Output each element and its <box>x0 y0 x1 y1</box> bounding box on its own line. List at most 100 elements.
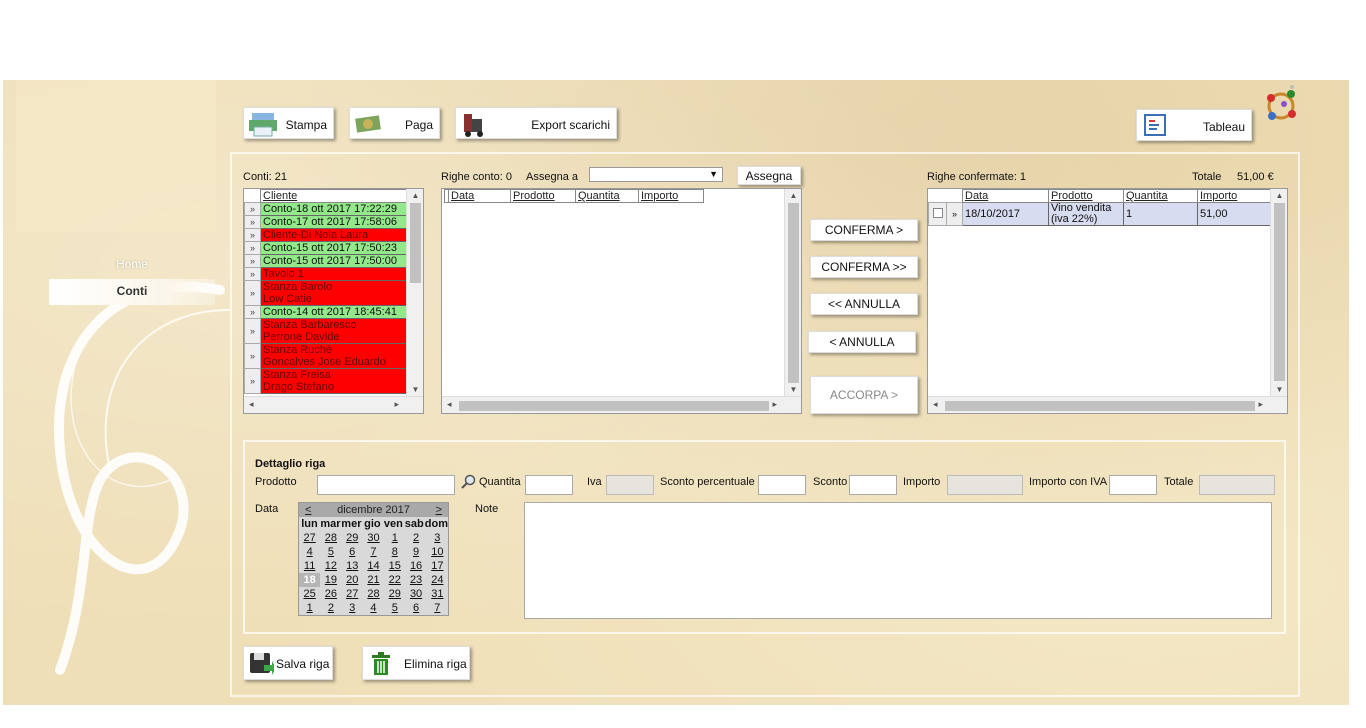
calendar-prev-button[interactable]: < <box>305 503 311 517</box>
totale-input[interactable] <box>1199 475 1275 495</box>
network-logo-icon[interactable] <box>1262 84 1300 128</box>
tableau-button[interactable]: Tableau <box>1136 109 1252 141</box>
nav-conti[interactable]: Conti <box>49 279 215 305</box>
conti-hscroll[interactable]: ◂ ▸ <box>244 396 423 413</box>
conto-cliente-cell[interactable]: Tavolo 1 <box>260 267 408 281</box>
scroll-right-icon[interactable]: ▸ <box>394 399 399 410</box>
righe-conto-list[interactable]: Data Prodotto Quantita Importo ▲ ▼ ◂ ▸ <box>441 188 802 414</box>
row-checkbox-cell[interactable] <box>928 202 947 226</box>
row-arrow-icon[interactable]: » <box>244 267 261 281</box>
scroll-left-icon[interactable]: ◂ <box>249 399 254 410</box>
calendar-day[interactable]: 25 <box>299 587 320 601</box>
conto-row[interactable]: » Stanza Ruchè Goncalves Jose Eduardo <box>244 343 408 369</box>
conferma-all-button[interactable]: CONFERMA >> <box>810 256 918 278</box>
conto-cliente-cell[interactable]: Conto-15 ott 2017 17:50:23 <box>260 241 408 255</box>
note-textarea[interactable] <box>524 502 1272 619</box>
calendar-day[interactable]: 24 <box>427 573 448 587</box>
annulla-all-button[interactable]: << ANNULLA <box>810 293 918 315</box>
conto-row[interactable]: » Tavolo 1 <box>244 267 408 281</box>
calendar-day[interactable]: 30 <box>363 531 384 545</box>
calendar-day[interactable]: 28 <box>363 587 384 601</box>
conto-row[interactable]: » Stanza Barbaresco Perrone Davide <box>244 318 408 344</box>
row-arrow-icon[interactable]: » <box>244 202 261 216</box>
calendar-day[interactable]: 4 <box>299 545 320 559</box>
righe-conto-vscroll-thumb[interactable] <box>788 203 799 383</box>
calendar-day[interactable]: 8 <box>384 545 405 559</box>
nav-home[interactable]: Home <box>49 252 215 278</box>
calendar-day[interactable]: 23 <box>405 573 426 587</box>
calendar-day[interactable]: 16 <box>405 559 426 573</box>
calendar-next-button[interactable]: > <box>436 503 442 517</box>
scroll-up-icon[interactable]: ▲ <box>407 191 423 200</box>
scroll-right-icon[interactable]: ▸ <box>1258 399 1263 410</box>
calendar-day[interactable]: 22 <box>384 573 405 587</box>
iva-input[interactable] <box>606 475 654 495</box>
quantita-input[interactable] <box>525 475 573 495</box>
calendar-day[interactable]: 30 <box>405 587 426 601</box>
calendar-day[interactable]: 29 <box>384 587 405 601</box>
stampa-button[interactable]: Stampa <box>243 107 334 139</box>
righe-conto-hscroll[interactable]: ◂ ▸ <box>442 396 801 413</box>
calendar-day[interactable]: 6 <box>342 545 363 559</box>
conti-vscroll-thumb[interactable] <box>410 203 421 283</box>
calendar-day[interactable]: 20 <box>342 573 363 587</box>
conto-row[interactable]: » Cliente-Di Noia Laura <box>244 228 408 242</box>
row-checkbox[interactable] <box>932 207 943 218</box>
row-arrow-icon[interactable]: » <box>244 318 261 344</box>
scroll-right-icon[interactable]: ▸ <box>772 399 777 410</box>
table-row[interactable]: » 18/10/2017 Vino vendita (iva 22%) 1 51… <box>928 202 1271 226</box>
export-scarichi-button[interactable]: Export scarichi <box>455 107 617 139</box>
calendar-day[interactable]: 3 <box>427 531 448 545</box>
row-arrow-icon[interactable]: » <box>244 228 261 242</box>
conto-cliente-cell[interactable]: Cliente-Di Noia Laura <box>260 228 408 242</box>
calendar-day[interactable]: 4 <box>363 601 384 615</box>
importo-iva-input[interactable] <box>1109 475 1157 495</box>
scroll-left-icon[interactable]: ◂ <box>933 399 938 410</box>
calendar-day[interactable]: 10 <box>427 545 448 559</box>
calendar-day[interactable]: 15 <box>384 559 405 573</box>
righe-confermate-list[interactable]: Data Prodotto Quantita Importo » 18/10/2… <box>927 188 1288 414</box>
conto-row[interactable]: » Conto-15 ott 2017 17:50:23 <box>244 241 408 255</box>
scroll-up-icon[interactable]: ▲ <box>1271 191 1287 200</box>
calendar-day[interactable]: 7 <box>427 601 448 615</box>
conto-cliente-cell[interactable]: Stanza Barolo Low Catie <box>260 280 408 306</box>
calendar-day[interactable]: 29 <box>342 531 363 545</box>
conti-vscroll[interactable]: ▲ ▼ <box>406 189 423 396</box>
prodotto-input[interactable] <box>317 475 455 495</box>
elimina-riga-button[interactable]: Elimina riga <box>362 646 470 680</box>
calendar-day[interactable]: 5 <box>384 601 405 615</box>
conto-row[interactable]: » Conto-15 ott 2017 17:50:00 <box>244 254 408 268</box>
row-arrow-icon[interactable]: » <box>244 343 261 369</box>
calendar-day[interactable]: 6 <box>405 601 426 615</box>
calendar-day[interactable]: 27 <box>299 531 320 545</box>
annulla-button[interactable]: < ANNULLA <box>808 331 916 353</box>
conto-cliente-cell[interactable]: Stanza Barbaresco Perrone Davide <box>260 318 408 344</box>
conto-row[interactable]: » Conto-18 ott 2017 17:22:29 <box>244 202 408 216</box>
scroll-down-icon[interactable]: ▼ <box>785 385 801 394</box>
conti-list[interactable]: Cliente » Conto-18 ott 2017 17:22:29» Cont… <box>243 188 424 414</box>
calendar-day[interactable]: 3 <box>342 601 363 615</box>
sconto-percentuale-input[interactable] <box>758 475 806 495</box>
row-arrow-icon[interactable]: » <box>946 202 963 226</box>
date-calendar[interactable]: < dicembre 2017 > lun mar mer gio ven sab dom … <box>298 502 449 616</box>
search-icon[interactable] <box>460 474 476 490</box>
calendar-day[interactable]: 11 <box>299 559 320 573</box>
sconto-input[interactable] <box>849 475 897 495</box>
conto-row[interactable]: » Stanza Freisa Drago Stefano <box>244 368 408 394</box>
confermate-vscroll-thumb[interactable] <box>1274 203 1285 381</box>
calendar-day[interactable]: 14 <box>363 559 384 573</box>
calendar-day[interactable]: 7 <box>363 545 384 559</box>
salva-riga-button[interactable]: Salva riga <box>243 646 333 680</box>
conto-cliente-cell[interactable]: Stanza Freisa Drago Stefano <box>260 368 408 394</box>
calendar-day[interactable]: 18 <box>299 573 321 587</box>
confermate-hscroll-thumb[interactable] <box>945 401 1255 411</box>
calendar-day[interactable]: 1 <box>384 531 405 545</box>
calendar-day[interactable]: 26 <box>320 587 341 601</box>
calendar-day[interactable]: 17 <box>427 559 448 573</box>
row-arrow-icon[interactable]: » <box>244 368 261 394</box>
calendar-day[interactable]: 9 <box>405 545 426 559</box>
paga-button[interactable]: Paga <box>349 107 440 139</box>
calendar-day[interactable]: 1 <box>299 601 320 615</box>
row-arrow-icon[interactable]: » <box>244 305 261 319</box>
conto-row[interactable]: » Conto-14 ott 2017 18:45:41 <box>244 305 408 319</box>
